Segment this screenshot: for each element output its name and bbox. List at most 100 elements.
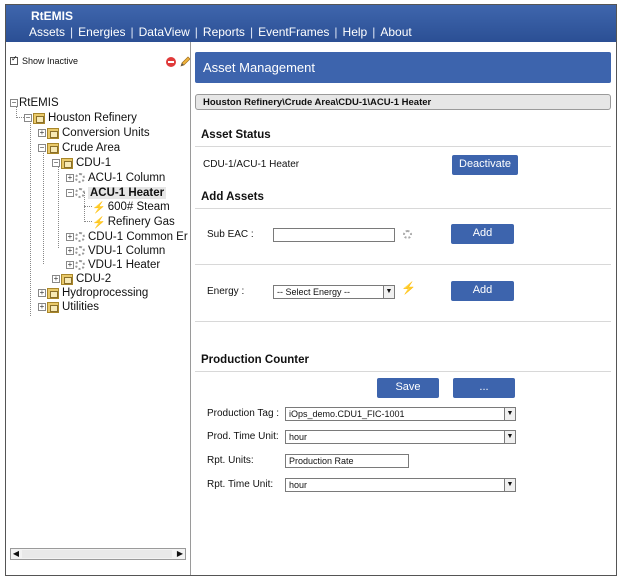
expand-icon[interactable]: + [38, 129, 46, 137]
tree-node-acu-1-heater[interactable]: − ACU-1 Heater [66, 186, 167, 200]
expand-icon[interactable]: + [66, 247, 74, 255]
folder-icon [33, 112, 45, 124]
menu-separator: | [194, 25, 198, 39]
deactivate-button[interactable]: Deactivate [452, 155, 518, 175]
add-sub-eac-button[interactable]: Add [451, 224, 514, 244]
tree-node-cdu-2[interactable]: + CDU-2 [52, 272, 111, 286]
menu-about[interactable]: About [380, 25, 411, 39]
rpt-units-label: Rpt. Units: [207, 455, 254, 466]
top-bar: RtEMIS Assets | Energies | DataView | Reports |… [6, 5, 616, 42]
expand-icon[interactable]: + [38, 303, 46, 311]
sub-eac-input[interactable] [273, 228, 395, 242]
scroll-thumb[interactable] [22, 550, 172, 558]
app-title: RtEMIS [31, 9, 73, 23]
menu-dataview[interactable]: DataView [139, 25, 190, 39]
production-tag-label: Production Tag : [207, 408, 280, 419]
tree-node-vdu-1-heater[interactable]: + VDU-1 Heater [66, 258, 160, 272]
tree-node-houston-refinery[interactable]: − Houston Refinery [24, 111, 137, 125]
tree-node-conversion-units[interactable]: + Conversion Units [38, 126, 150, 140]
folder-icon [47, 127, 59, 139]
expand-icon[interactable]: + [38, 289, 46, 297]
app-window: RtEMIS Assets | Energies | DataView | Reports |… [5, 4, 617, 576]
gear-icon [75, 188, 85, 198]
tree-node-rtemis[interactable]: − RtEMIS [10, 96, 59, 110]
tree-node-cdu-1[interactable]: − CDU-1 [52, 156, 111, 170]
divider [195, 321, 611, 322]
expand-icon[interactable]: + [66, 233, 74, 241]
prod-time-unit-label: Prod. Time Unit: [207, 431, 279, 442]
menu-separator: | [70, 25, 74, 39]
menu-energies[interactable]: Energies [78, 25, 125, 39]
tree-node-vdu-1-column[interactable]: + VDU-1 Column [66, 244, 165, 258]
menu-separator: | [334, 25, 338, 39]
asset-path: CDU-1/ACU-1 Heater [203, 159, 300, 170]
tree-node-hydroprocessing[interactable]: + Hydroprocessing [38, 286, 148, 300]
dropdown-arrow-icon[interactable]: ▼ [504, 408, 515, 420]
tree-node-utilities[interactable]: + Utilities [38, 300, 99, 314]
prod-time-unit-select[interactable]: hour ▼ [285, 430, 516, 444]
rpt-time-unit-select[interactable]: hour ▼ [285, 478, 516, 492]
pencil-icon[interactable] [179, 56, 191, 68]
tree-node-refinery-gas[interactable]: ⚡ Refinery Gas [92, 215, 175, 229]
remove-icon[interactable] [166, 57, 176, 67]
menu-separator: | [249, 25, 254, 39]
expand-icon[interactable]: + [66, 174, 74, 182]
collapse-icon[interactable]: − [52, 159, 60, 167]
folder-icon [61, 157, 73, 169]
collapse-icon[interactable]: − [24, 114, 32, 122]
dropdown-arrow-icon[interactable]: ▼ [504, 431, 515, 443]
expand-icon[interactable]: + [66, 261, 74, 269]
lightning-icon: ⚡ [92, 201, 106, 214]
tree-node-cdu-1-common[interactable]: + CDU-1 Common Er [66, 230, 188, 244]
folder-icon [61, 273, 73, 285]
dropdown-arrow-icon[interactable]: ▼ [504, 479, 515, 491]
horizontal-scrollbar[interactable]: ◀ ▶ [10, 548, 186, 560]
menu-separator: | [372, 25, 376, 39]
scroll-left-icon[interactable]: ◀ [11, 549, 21, 559]
scroll-right-icon[interactable]: ▶ [175, 549, 185, 559]
more-button[interactable]: ... [453, 378, 515, 398]
tree-node-600-steam[interactable]: ⚡ 600# Steam [92, 200, 170, 214]
panel-header: Asset Management [195, 52, 611, 83]
folder-icon [47, 142, 59, 154]
gear-icon[interactable] [403, 230, 412, 239]
lightning-icon[interactable]: ⚡ [401, 281, 416, 295]
energy-label: Energy : [207, 286, 245, 297]
tree-node-acu-1-column[interactable]: + ACU-1 Column [66, 171, 165, 185]
dropdown-arrow-icon[interactable]: ▼ [383, 286, 394, 298]
gear-icon [75, 260, 85, 270]
divider [195, 208, 611, 209]
show-inactive-checkbox[interactable] [10, 54, 18, 65]
lightning-icon: ⚡ [92, 216, 106, 229]
collapse-icon[interactable]: − [66, 189, 74, 197]
tree-node-crude-area[interactable]: − Crude Area [38, 141, 120, 155]
main-menu: Assets | Energies | DataView | Reports | EventFr… [29, 25, 412, 39]
collapse-icon[interactable]: − [10, 99, 18, 107]
rpt-time-unit-label: Rpt. Time Unit: [207, 479, 274, 490]
menu-assets[interactable]: Assets [29, 25, 65, 39]
save-button[interactable]: Save [377, 378, 439, 398]
menu-help[interactable]: Help [343, 25, 368, 39]
add-energy-button[interactable]: Add [451, 281, 514, 301]
divider [195, 146, 611, 147]
show-inactive-toggle[interactable]: Show Inactive [10, 54, 79, 66]
add-assets-title: Add Assets [201, 191, 264, 203]
folder-icon [47, 301, 59, 313]
main-panel: Asset Management Houston Refinery\Crude … [191, 42, 616, 575]
asset-tree-sidebar: Show Inactive − RtEMIS − [6, 42, 191, 575]
breadcrumb: Houston Refinery\Crude Area\CDU-1\ACU-1 … [195, 94, 611, 110]
menu-eventframes[interactable]: EventFrames [258, 25, 329, 39]
gear-icon [75, 232, 85, 242]
expand-icon[interactable]: + [52, 275, 60, 283]
production-tag-select[interactable]: iOps_demo.CDU1_FIC-1001 ▼ [285, 407, 516, 421]
menu-reports[interactable]: Reports [203, 25, 245, 39]
sidebar-tools [166, 56, 191, 68]
collapse-icon[interactable]: − [38, 144, 46, 152]
show-inactive-label: Show Inactive [22, 56, 79, 66]
asset-status-title: Asset Status [201, 129, 271, 141]
rpt-units-input[interactable]: Production Rate [285, 454, 409, 468]
gear-icon [75, 173, 85, 183]
gear-icon [75, 246, 85, 256]
energy-select[interactable]: -- Select Energy -- ▼ [273, 285, 395, 299]
production-counter-title: Production Counter [201, 354, 309, 366]
